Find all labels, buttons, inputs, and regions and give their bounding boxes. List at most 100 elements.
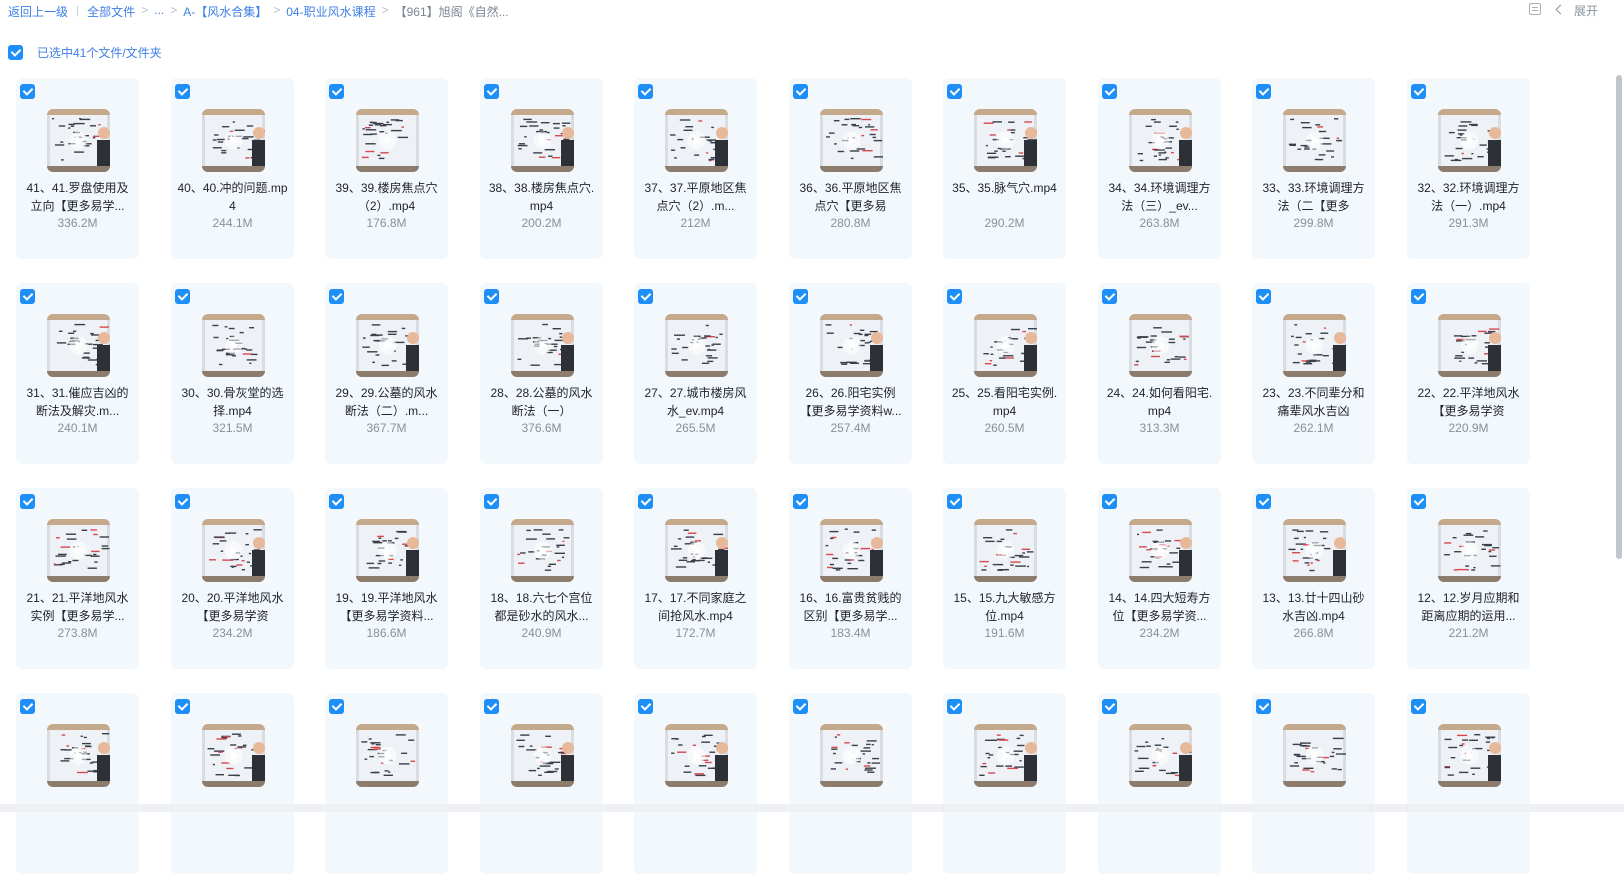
video-thumbnail[interactable] xyxy=(974,314,1037,377)
chevron-left-icon[interactable] xyxy=(1555,4,1566,15)
file-checkbox[interactable] xyxy=(1411,699,1426,714)
select-all-checkbox[interactable] xyxy=(8,45,23,60)
file-card[interactable] xyxy=(943,693,1066,874)
file-checkbox[interactable] xyxy=(1256,494,1271,509)
video-thumbnail[interactable] xyxy=(202,314,265,377)
list-view-icon[interactable] xyxy=(1528,3,1541,15)
file-card[interactable]: 41、41.罗盘使用及立向【更多易学... 336.2M xyxy=(16,78,139,259)
video-thumbnail[interactable] xyxy=(356,109,419,172)
file-card[interactable]: 28、28.公墓的风水断法（一） 376.6M xyxy=(480,283,603,464)
video-thumbnail[interactable] xyxy=(665,724,728,787)
file-checkbox[interactable] xyxy=(793,84,808,99)
file-card[interactable]: 24、24.如何看阳宅.mp4 313.3M xyxy=(1098,283,1221,464)
file-card[interactable] xyxy=(1098,693,1221,874)
file-checkbox[interactable] xyxy=(947,699,962,714)
file-card[interactable]: 15、15.九大敏感方位.mp4 191.6M xyxy=(943,488,1066,669)
video-thumbnail[interactable] xyxy=(511,519,574,582)
file-checkbox[interactable] xyxy=(1411,289,1426,304)
file-card[interactable]: 32、32.环境调理方法（一）.mp4 291.3M xyxy=(1407,78,1530,259)
file-card[interactable]: 27、27.城市楼房风水_ev.mp4 265.5M xyxy=(634,283,757,464)
file-card[interactable]: 19、19.平洋地风水【更多易学资料... 186.6M xyxy=(325,488,448,669)
breadcrumb-item-ellipsis[interactable]: ... xyxy=(154,3,164,17)
breadcrumb-item-all-files[interactable]: 全部文件 xyxy=(87,3,135,20)
file-checkbox[interactable] xyxy=(1256,289,1271,304)
file-checkbox[interactable] xyxy=(793,494,808,509)
video-thumbnail[interactable] xyxy=(1129,724,1192,787)
video-thumbnail[interactable] xyxy=(202,109,265,172)
file-card[interactable] xyxy=(171,693,294,874)
video-thumbnail[interactable] xyxy=(665,109,728,172)
video-thumbnail[interactable] xyxy=(820,109,883,172)
video-thumbnail[interactable] xyxy=(820,724,883,787)
video-thumbnail[interactable] xyxy=(202,519,265,582)
file-card[interactable]: 40、40.冲的问题.mp4 244.1M xyxy=(171,78,294,259)
video-thumbnail[interactable] xyxy=(1283,109,1346,172)
file-card[interactable] xyxy=(1252,693,1375,874)
file-checkbox[interactable] xyxy=(484,699,499,714)
video-thumbnail[interactable] xyxy=(511,314,574,377)
file-checkbox[interactable] xyxy=(175,699,190,714)
file-card[interactable] xyxy=(789,693,912,874)
file-checkbox[interactable] xyxy=(793,289,808,304)
file-card[interactable]: 37、37.平原地区焦点穴（2）.m... 212M xyxy=(634,78,757,259)
file-card[interactable]: 20、20.平洋地风水【更多易学资 234.2M xyxy=(171,488,294,669)
file-checkbox[interactable] xyxy=(1102,699,1117,714)
file-checkbox[interactable] xyxy=(1256,84,1271,99)
video-thumbnail[interactable] xyxy=(47,314,110,377)
file-card[interactable]: 13、13.廿十四山砂水吉凶.mp4 266.8M xyxy=(1252,488,1375,669)
video-thumbnail[interactable] xyxy=(1438,109,1501,172)
file-card[interactable]: 12、12.岁月应期和距离应期的运用... 221.2M xyxy=(1407,488,1530,669)
file-checkbox[interactable] xyxy=(484,289,499,304)
file-checkbox[interactable] xyxy=(175,289,190,304)
video-thumbnail[interactable] xyxy=(202,724,265,787)
video-thumbnail[interactable] xyxy=(1283,519,1346,582)
video-thumbnail[interactable] xyxy=(356,314,419,377)
video-thumbnail[interactable] xyxy=(1438,314,1501,377)
video-thumbnail[interactable] xyxy=(1438,724,1501,787)
breadcrumb-item-course[interactable]: 04-职业风水课程 xyxy=(286,3,375,20)
file-checkbox[interactable] xyxy=(484,494,499,509)
video-thumbnail[interactable] xyxy=(974,724,1037,787)
file-checkbox[interactable] xyxy=(20,289,35,304)
file-checkbox[interactable] xyxy=(793,699,808,714)
file-card[interactable]: 34、34.环境调理方法（三）_ev... 263.8M xyxy=(1098,78,1221,259)
video-thumbnail[interactable] xyxy=(47,109,110,172)
file-card[interactable]: 25、25.看阳宅实例.mp4 260.5M xyxy=(943,283,1066,464)
video-thumbnail[interactable] xyxy=(1129,314,1192,377)
file-card[interactable]: 16、16.富贵贫贱的区别【更多易学... 183.4M xyxy=(789,488,912,669)
file-checkbox[interactable] xyxy=(638,84,653,99)
file-checkbox[interactable] xyxy=(638,289,653,304)
video-thumbnail[interactable] xyxy=(511,724,574,787)
video-thumbnail[interactable] xyxy=(356,519,419,582)
file-card[interactable]: 22、22.平洋地风水【更多易学资 220.9M xyxy=(1407,283,1530,464)
video-thumbnail[interactable] xyxy=(974,519,1037,582)
file-checkbox[interactable] xyxy=(329,699,344,714)
file-card[interactable] xyxy=(325,693,448,874)
file-checkbox[interactable] xyxy=(947,494,962,509)
file-checkbox[interactable] xyxy=(329,84,344,99)
file-card[interactable] xyxy=(634,693,757,874)
file-checkbox[interactable] xyxy=(638,494,653,509)
file-checkbox[interactable] xyxy=(329,494,344,509)
file-card[interactable]: 36、36.平原地区焦点穴【更多易 280.8M xyxy=(789,78,912,259)
file-checkbox[interactable] xyxy=(1411,84,1426,99)
file-checkbox[interactable] xyxy=(1411,494,1426,509)
file-card[interactable]: 21、21.平洋地风水实例【更多易学... 273.8M xyxy=(16,488,139,669)
file-checkbox[interactable] xyxy=(1102,494,1117,509)
file-checkbox[interactable] xyxy=(329,289,344,304)
file-checkbox[interactable] xyxy=(484,84,499,99)
file-checkbox[interactable] xyxy=(175,84,190,99)
video-thumbnail[interactable] xyxy=(820,519,883,582)
video-thumbnail[interactable] xyxy=(665,314,728,377)
video-thumbnail[interactable] xyxy=(974,109,1037,172)
breadcrumb-item-fengshui[interactable]: A-【风水合集】 xyxy=(183,3,267,20)
file-checkbox[interactable] xyxy=(947,289,962,304)
video-thumbnail[interactable] xyxy=(820,314,883,377)
file-card[interactable]: 38、38.楼房焦点穴.mp4 200.2M xyxy=(480,78,603,259)
file-card[interactable]: 18、18.六七个宫位都是砂水的风水... 240.9M xyxy=(480,488,603,669)
scrollbar[interactable] xyxy=(1616,75,1622,559)
file-checkbox[interactable] xyxy=(1102,289,1117,304)
file-checkbox[interactable] xyxy=(20,494,35,509)
video-thumbnail[interactable] xyxy=(1438,519,1501,582)
video-thumbnail[interactable] xyxy=(356,724,419,787)
